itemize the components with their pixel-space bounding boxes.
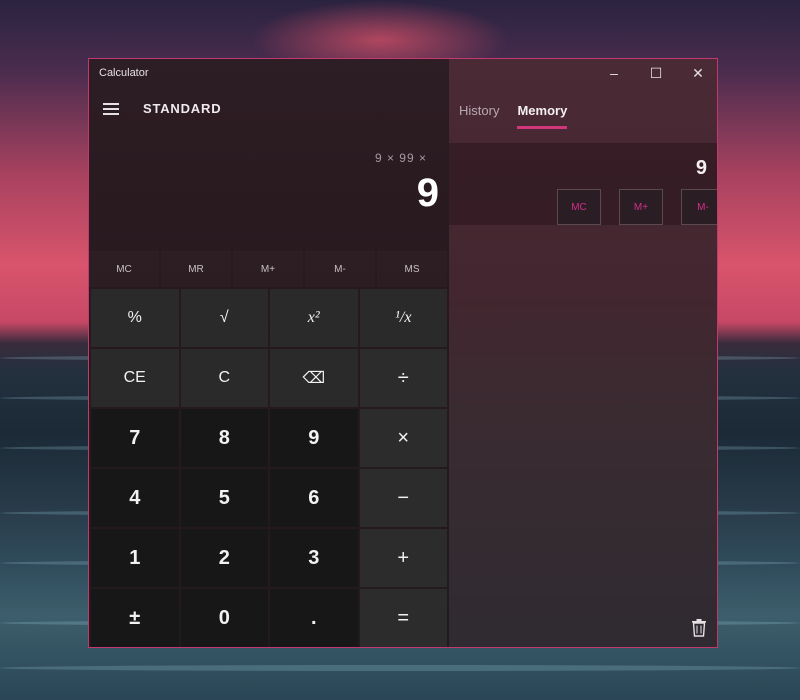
clear-button[interactable]: C bbox=[180, 349, 268, 407]
calculator-window: Calculator STANDARD 9 × 99 × 9 MC MR M+ … bbox=[88, 58, 718, 648]
backspace-button[interactable]: ⌫ bbox=[270, 349, 358, 407]
expression-display: 9 × 99 × bbox=[374, 151, 427, 165]
memory-item-subtract-button[interactable]: M- bbox=[681, 189, 717, 225]
digit-1-button[interactable]: 1 bbox=[91, 529, 179, 587]
trash-icon[interactable] bbox=[691, 619, 707, 637]
memory-item-clear-button[interactable]: MC bbox=[557, 189, 601, 225]
memory-clear-button[interactable]: MC bbox=[89, 251, 159, 287]
digit-3-button[interactable]: 3 bbox=[270, 529, 358, 587]
close-button[interactable]: ✕ bbox=[677, 59, 717, 87]
digit-8-button[interactable]: 8 bbox=[180, 409, 268, 467]
calculator-pane: Calculator STANDARD 9 × 99 × 9 MC MR M+ … bbox=[89, 59, 449, 647]
memory-recall-button[interactable]: MR bbox=[161, 251, 231, 287]
memory-row: MC MR M+ M- MS bbox=[89, 251, 449, 287]
memory-item-value: 9 bbox=[695, 157, 707, 179]
tab-memory[interactable]: Memory bbox=[517, 103, 568, 129]
digit-7-button[interactable]: 7 bbox=[91, 409, 179, 467]
digit-9-button[interactable]: 9 bbox=[270, 409, 358, 467]
memory-item-add-button[interactable]: M+ bbox=[619, 189, 663, 225]
memory-store-button[interactable]: MS bbox=[377, 251, 447, 287]
side-panel: – ☐ ✕ History Memory 9 MC M+ M- bbox=[449, 59, 717, 647]
maximize-button[interactable]: ☐ bbox=[635, 59, 677, 87]
tab-history[interactable]: History bbox=[459, 103, 499, 129]
digit-2-button[interactable]: 2 bbox=[180, 529, 268, 587]
window-title: Calculator bbox=[99, 67, 149, 79]
memory-item-buttons: MC M+ M- bbox=[557, 189, 717, 225]
digit-4-button[interactable]: 4 bbox=[91, 469, 179, 527]
square-root-button[interactable]: √ bbox=[180, 289, 268, 347]
add-button[interactable]: + bbox=[359, 529, 447, 587]
digit-5-button[interactable]: 5 bbox=[180, 469, 268, 527]
panel-tabs: History Memory bbox=[459, 103, 568, 129]
divide-button[interactable]: ÷ bbox=[359, 349, 447, 407]
reciprocal-button[interactable]: ¹/x bbox=[359, 289, 447, 347]
mode-title: STANDARD bbox=[143, 101, 222, 116]
minimize-button[interactable]: – bbox=[593, 59, 635, 87]
menu-icon[interactable] bbox=[103, 103, 119, 115]
background-wave bbox=[0, 665, 800, 671]
multiply-button[interactable]: × bbox=[359, 409, 447, 467]
decimal-button[interactable]: . bbox=[270, 589, 358, 647]
digit-0-button[interactable]: 0 bbox=[180, 589, 268, 647]
percent-button[interactable]: % bbox=[91, 289, 179, 347]
keypad: % √ x² ¹/x CE C ⌫ ÷ 7 8 9 × 4 5 6 − 1 2 … bbox=[91, 289, 447, 647]
digit-6-button[interactable]: 6 bbox=[270, 469, 358, 527]
subtract-button[interactable]: − bbox=[359, 469, 447, 527]
square-button[interactable]: x² bbox=[270, 289, 358, 347]
memory-add-button[interactable]: M+ bbox=[233, 251, 303, 287]
clear-entry-button[interactable]: CE bbox=[91, 349, 179, 407]
result-display: 9 bbox=[416, 171, 439, 215]
equals-button[interactable]: = bbox=[359, 589, 447, 647]
memory-subtract-button[interactable]: M- bbox=[305, 251, 375, 287]
negate-button[interactable]: ± bbox=[91, 589, 179, 647]
